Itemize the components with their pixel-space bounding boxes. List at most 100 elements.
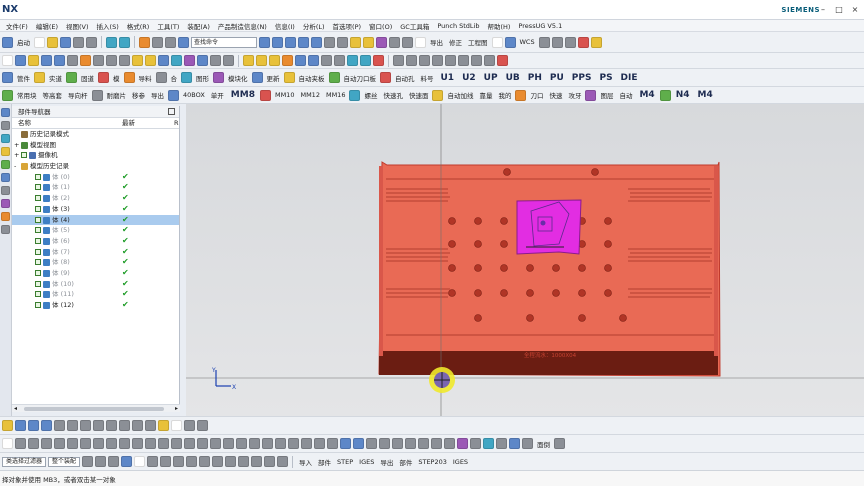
process-button[interactable]: 快速孔 [381,90,405,100]
bolt-icon[interactable] [295,55,306,66]
die-tool-icon[interactable] [181,72,192,83]
face-icon[interactable] [41,438,52,449]
snap-perp-icon[interactable] [251,456,263,467]
render-icon[interactable] [324,36,335,48]
split-icon[interactable] [223,55,234,66]
datum-icon[interactable] [415,36,426,48]
component-icon[interactable] [106,438,117,449]
maximize-panel-icon[interactable] [168,108,175,115]
measure-icon[interactable] [363,36,374,48]
revolve-icon[interactable] [54,55,65,66]
repair-button[interactable]: 修正 [447,37,464,47]
emboss-icon[interactable] [262,438,273,449]
die-tool-icon[interactable] [328,72,340,83]
navigator-node[interactable]: + 模型视图 [12,140,179,151]
process-button[interactable]: N4 [673,90,693,100]
graphics-window[interactable]: 全程流水：1000X04 Y X [186,104,864,416]
replace-face-icon[interactable] [366,438,377,449]
delete-face-icon[interactable] [392,438,403,449]
press-feature-button[interactable]: DIE [618,73,641,83]
navigator-node[interactable]: 体 (0) ✔ [12,172,179,183]
visibility-checkbox[interactable] [35,205,41,212]
view-trimetric-icon[interactable] [311,36,322,48]
undo-icon[interactable] [106,36,117,48]
roles-icon[interactable] [1,212,10,221]
expand-toggle[interactable]: - [14,161,16,172]
feature-icon[interactable] [119,438,130,449]
view-right-icon[interactable] [285,36,296,48]
snap-x-icon[interactable] [225,456,237,467]
process-button[interactable]: 刀口 [528,90,545,100]
die-tool-label[interactable]: 自动刀口板 [342,73,379,83]
offset-face-icon[interactable] [405,438,416,449]
blank-icon[interactable] [171,420,182,431]
pull-face-icon[interactable] [431,438,442,449]
shade-mode-icon[interactable] [121,456,133,467]
view-front-icon[interactable] [259,36,270,48]
hole[interactable] [500,264,508,272]
die-tool-label[interactable]: 自动孔 [393,73,417,83]
hole[interactable] [448,289,456,297]
absolute-csys-icon[interactable] [429,367,455,393]
sketch-select-icon[interactable] [93,438,104,449]
hole[interactable] [448,217,456,225]
process-button[interactable]: 螺丝 [362,90,379,100]
mirror-icon[interactable] [197,55,208,66]
navigator-node[interactable]: 体 (2) ✔ [12,193,179,204]
loft-icon[interactable] [327,438,338,449]
block-icon[interactable] [15,55,26,66]
layer-icon[interactable] [152,36,163,48]
section-icon[interactable] [376,36,387,48]
orient-icon[interactable] [147,456,159,467]
history-icon[interactable] [1,186,10,195]
select-icon[interactable] [2,420,13,431]
analysis-icon[interactable] [470,438,481,449]
hole[interactable] [474,217,482,225]
snap-midpoint-icon[interactable] [80,420,91,431]
die-tool-label[interactable]: 更新 [265,73,282,83]
die-tool-icon[interactable] [213,72,224,83]
pattern-icon[interactable] [184,55,195,66]
snap-tangent-icon[interactable] [145,420,156,431]
import-part-button[interactable]: 部件 [316,457,333,467]
deviation-icon[interactable] [522,438,533,449]
column-extra[interactable]: R [174,118,179,129]
process-button[interactable]: 导向杆 [66,90,90,100]
curve-icon[interactable] [402,36,413,48]
close-icon[interactable]: × [850,5,860,15]
view-iso-icon[interactable] [298,36,309,48]
navigator-node[interactable]: 历史记录模式 [12,129,179,140]
die-tool-label[interactable]: 合 [169,73,180,83]
display-icon[interactable] [590,36,602,48]
sketch-icon[interactable] [389,36,400,48]
die-tool-label[interactable]: 固道 [79,73,96,83]
press-feature-button[interactable]: PH [525,73,545,83]
punch-insert[interactable] [516,199,582,255]
hole[interactable] [578,264,586,272]
snap-mid-icon[interactable] [173,456,185,467]
press-feature-button[interactable]: 料号 [419,73,436,83]
die-tool-label[interactable]: 导料 [137,73,154,83]
ellipse-icon[interactable] [419,55,430,66]
hole[interactable] [500,289,508,297]
snap-icon[interactable] [139,36,150,48]
hole[interactable] [604,264,612,272]
die-tool-icon[interactable] [98,72,109,83]
line-icon[interactable] [538,36,550,48]
snap-end-icon[interactable] [160,456,172,467]
snap-pt-icon[interactable] [264,456,276,467]
die-tool-icon[interactable] [251,72,263,83]
process-button[interactable]: 耐磨片 [105,90,129,100]
die-tool-icon[interactable] [34,72,45,83]
menu-item[interactable]: 产品制造信息(N) [214,21,271,31]
datum-plane-icon[interactable] [132,438,143,449]
type-filter-dropdown[interactable]: 类选择过滤器 [2,456,47,467]
process-icon[interactable] [91,89,103,101]
press-feature-button[interactable]: UP [481,73,501,83]
blend-icon[interactable] [132,55,143,66]
grid-icon[interactable] [504,36,516,48]
snap-cir-icon[interactable] [212,456,224,467]
hide-icon[interactable] [197,420,208,431]
process-button[interactable]: 图层 [598,90,615,100]
process-button[interactable]: 常用块 [15,90,39,100]
